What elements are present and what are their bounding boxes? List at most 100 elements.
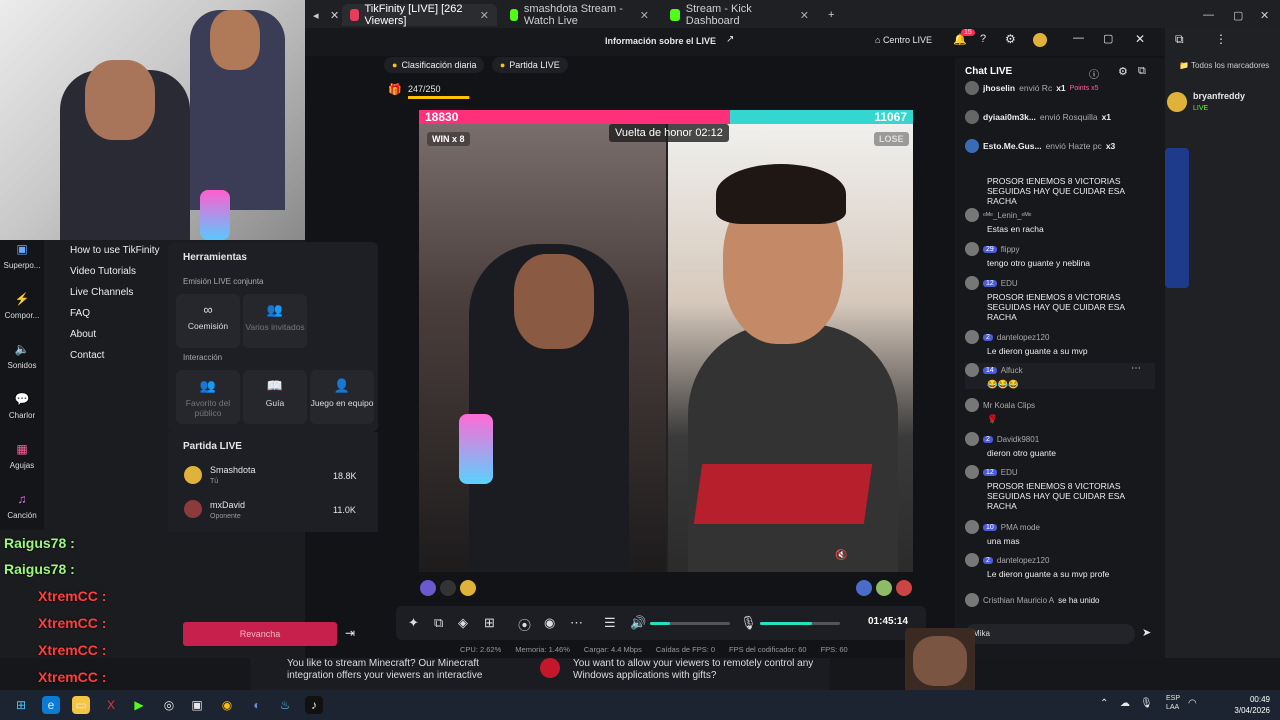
guia-button[interactable]: 📖 Guía bbox=[243, 370, 307, 424]
chrome-icon[interactable]: ◉ bbox=[218, 696, 236, 714]
window-close-icon[interactable]: ✕ bbox=[1252, 4, 1277, 26]
network-icon[interactable]: ☁ bbox=[1120, 698, 1130, 709]
webcam-feed bbox=[0, 0, 305, 240]
new-tab-icon[interactable]: + bbox=[820, 4, 842, 26]
centro-live-button[interactable]: ⌂ Centro LIVE bbox=[875, 35, 932, 45]
help-menu: How to use TikFinity Video Tutorials Liv… bbox=[60, 240, 168, 370]
varios-invitados-button[interactable]: 👥 Varios invitados bbox=[243, 294, 307, 348]
favorito-button[interactable]: 👥 Favorito del público bbox=[176, 370, 240, 424]
nav-charlor[interactable]: 💬 Charlor bbox=[0, 390, 44, 420]
close-icon[interactable]: ✕ bbox=[800, 9, 809, 22]
menu-item-contact[interactable]: Contact bbox=[70, 350, 104, 361]
host-camera bbox=[419, 124, 666, 572]
close-icon[interactable]: ✕ bbox=[480, 9, 489, 22]
windows-start-icon[interactable]: ⊞ bbox=[12, 696, 30, 714]
avatar bbox=[184, 466, 202, 484]
minimize-icon[interactable]: — bbox=[1195, 4, 1222, 26]
volume-icon[interactable]: 🔊 bbox=[630, 615, 646, 631]
record-icon[interactable]: ⦿ bbox=[518, 615, 531, 634]
avatar bbox=[965, 520, 979, 534]
chat-message: ᵉᴹᵉ_Lenin_ᵉᴹᵉ Estas en racha bbox=[965, 208, 1155, 234]
language-indicator[interactable]: ESP LAA bbox=[1166, 694, 1182, 712]
chat-message: 2 Davidk9801 dieron otro guante bbox=[965, 432, 1155, 458]
close-icon[interactable]: ✕ bbox=[640, 9, 649, 22]
avatar bbox=[896, 580, 912, 596]
mic-tray-icon[interactable]: 🎙 bbox=[1140, 698, 1153, 709]
exit-icon[interactable]: ⇥ bbox=[345, 626, 355, 640]
nav-cancion[interactable]: ♫ Canción bbox=[0, 490, 44, 520]
mic-slider[interactable] bbox=[760, 622, 840, 625]
score-right: 11067 bbox=[874, 110, 907, 124]
menu-item-faq[interactable]: FAQ bbox=[70, 308, 90, 319]
users-icon: 👥 bbox=[266, 302, 284, 317]
message-more-icon[interactable]: ⋯ bbox=[1131, 363, 1141, 374]
discord-icon[interactable]: ◐ bbox=[248, 696, 266, 714]
avatar bbox=[965, 398, 979, 412]
nav-agujas[interactable]: ▦ Agujas bbox=[0, 440, 44, 470]
help-icon[interactable]: ? bbox=[980, 33, 986, 45]
share-icon[interactable]: ↗ bbox=[726, 34, 734, 45]
chat-input[interactable]: Mika bbox=[965, 624, 1135, 644]
bookmarks-link[interactable]: 📁 Todos los marcadores bbox=[1179, 61, 1269, 70]
add-source-icon[interactable]: ⊞ bbox=[484, 615, 495, 631]
gear-icon[interactable]: ⚙ bbox=[1118, 65, 1128, 78]
wifi-icon[interactable]: ◠ bbox=[1188, 698, 1197, 709]
system-clock[interactable]: 00:49 3/04/2026 bbox=[1234, 694, 1270, 716]
chat-message: 2 dantelopez120 Le dieron guante a su mvp bbox=[965, 330, 1155, 356]
app-header: Información sobre el LIVE ↗ ⌂ Centro LIV… bbox=[305, 28, 1165, 56]
menu-item-live-channels[interactable]: Live Channels bbox=[70, 287, 133, 298]
microphone-icon[interactable]: 🎙 bbox=[740, 615, 757, 631]
menu-icon[interactable]: ⋮ bbox=[1215, 32, 1227, 46]
nav-sonidos[interactable]: 🔈 Sonidos bbox=[0, 340, 44, 370]
gear-icon[interactable]: ⚙ bbox=[1005, 32, 1016, 46]
menu-item-about[interactable]: About bbox=[70, 329, 96, 340]
tab-kick-dashboard[interactable]: Stream - Kick Dashboard ✕ bbox=[662, 3, 817, 27]
profile-chip[interactable]: bryanfreddy LIVE bbox=[1167, 88, 1277, 116]
volume-slider[interactable] bbox=[650, 622, 730, 625]
avatar bbox=[965, 553, 979, 567]
more-icon[interactable]: ⋯ bbox=[570, 615, 583, 631]
tab-tikfinity[interactable]: TikFinity [LIVE] [262 Viewers] ✕ bbox=[342, 3, 497, 27]
avatar bbox=[965, 81, 979, 95]
app-icon[interactable]: X bbox=[102, 696, 120, 714]
steam-icon[interactable]: ♨ bbox=[276, 696, 294, 714]
opponent-score: 11.0K bbox=[333, 505, 356, 515]
coin-icon: ● bbox=[499, 60, 506, 70]
coemision-button[interactable]: ∞ Coemisión bbox=[176, 294, 240, 348]
camera-icon[interactable]: ◉ bbox=[544, 615, 555, 631]
menu-item-video-tutorials[interactable]: Video Tutorials bbox=[70, 266, 136, 277]
sliders-icon[interactable]: ☰ bbox=[604, 615, 616, 631]
tiktok-icon[interactable]: ♪ bbox=[305, 696, 323, 714]
avatar bbox=[965, 593, 979, 607]
nav-comportamiento[interactable]: ⚡ Compor... bbox=[0, 290, 44, 320]
mute-icon[interactable]: 🔇 bbox=[835, 550, 847, 561]
minimize-icon[interactable]: — bbox=[1073, 32, 1084, 44]
menu-item-how-to[interactable]: How to use TikFinity bbox=[70, 245, 159, 256]
filter-icon[interactable]: ◈ bbox=[458, 615, 468, 631]
avatar[interactable] bbox=[1033, 33, 1047, 47]
close-icon[interactable]: ✕ bbox=[1135, 32, 1145, 46]
effects-icon[interactable]: ✦ bbox=[408, 615, 419, 631]
layout-icon[interactable]: ⧉ bbox=[434, 615, 443, 631]
extensions-icon[interactable]: ⧉ bbox=[1175, 32, 1184, 47]
tab-smashdota[interactable]: smashdota Stream - Watch Live ✕ bbox=[502, 3, 657, 27]
avatar bbox=[965, 139, 979, 153]
send-icon[interactable]: ➤ bbox=[1142, 626, 1151, 639]
chat-message: Mr Koala Clips 🌹 bbox=[965, 398, 1155, 424]
popout-icon[interactable]: ⧉ bbox=[1138, 65, 1146, 78]
juego-equipo-button[interactable]: 👤 Juego en equipo bbox=[310, 370, 374, 424]
folder-icon[interactable]: ▭ bbox=[72, 696, 90, 714]
obs-icon[interactable]: ◎ bbox=[160, 696, 178, 714]
tray-chevron-icon[interactable]: ⌃ bbox=[1100, 698, 1108, 709]
kick-icon[interactable]: ▶ bbox=[130, 696, 148, 714]
partida-live-button[interactable]: ● Partida LIVE bbox=[491, 57, 568, 73]
page-title: Información sobre el LIVE bbox=[605, 36, 717, 46]
promo-banner: You like to stream Minecraft? Our Minecr… bbox=[250, 658, 830, 690]
maximize-icon[interactable]: ▢ bbox=[1225, 4, 1251, 26]
clasificacion-button[interactable]: ● Clasificación diaria bbox=[384, 57, 485, 73]
app-icon[interactable]: ▣ bbox=[188, 696, 206, 714]
edge-icon[interactable]: e bbox=[42, 696, 60, 714]
maximize-icon[interactable]: ▢ bbox=[1103, 32, 1113, 45]
goal-progress: 🎁 247/250 bbox=[388, 80, 484, 102]
nav-superposiciones[interactable]: ▣ Superpo... bbox=[0, 240, 44, 270]
